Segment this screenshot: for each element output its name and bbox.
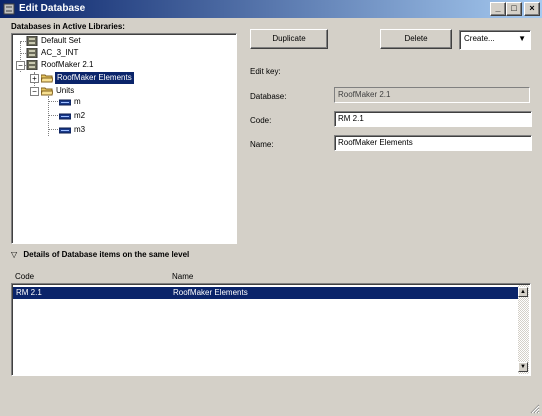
tree-item-label: AC_3_INT xyxy=(41,48,79,57)
title-bar[interactable]: Edit Database _ □ × xyxy=(0,0,542,18)
edit-key-heading: Edit key: xyxy=(250,67,281,76)
unit-item-icon xyxy=(59,127,71,134)
database-icon xyxy=(26,60,38,70)
tree-connector xyxy=(48,129,58,130)
tree-connector xyxy=(48,96,49,136)
tree-item-label: Default Set xyxy=(41,36,81,45)
tree-item-label: Units xyxy=(56,86,75,95)
database-icon xyxy=(26,36,38,46)
database-app-icon xyxy=(3,3,15,15)
chevron-down-icon: ▼ xyxy=(518,34,526,43)
tree-connector xyxy=(48,115,58,116)
scroll-up-button[interactable]: ▲ xyxy=(518,287,528,297)
maximize-button[interactable]: □ xyxy=(506,2,522,16)
close-button[interactable]: × xyxy=(524,2,540,16)
tree-item-label: m3 xyxy=(74,125,86,134)
collapse-toggle[interactable]: − xyxy=(16,61,25,70)
tree-item-label: m2 xyxy=(74,111,86,120)
create-dropdown-value: Create... xyxy=(464,34,495,43)
row-name: RoofMaker Elements xyxy=(173,288,248,297)
table-row[interactable]: RM 2.1 RoofMaker Elements xyxy=(13,287,518,299)
code-input[interactable]: RM 2.1 xyxy=(334,111,532,127)
tree-heading: Databases in Active Libraries: xyxy=(11,22,125,31)
expand-toggle[interactable]: + xyxy=(30,74,39,83)
database-label: Database: xyxy=(250,92,287,101)
collapse-toggle[interactable]: − xyxy=(30,87,39,96)
tree-item-label: RoofMaker Elements xyxy=(55,72,134,84)
details-heading: Details of Database items on the same le… xyxy=(23,250,190,259)
name-input[interactable]: RoofMaker Elements xyxy=(334,135,532,151)
tree-connector xyxy=(48,101,58,102)
resize-grip-icon[interactable] xyxy=(530,404,540,414)
create-dropdown[interactable]: Create... ▼ xyxy=(459,30,531,50)
unit-item-icon xyxy=(59,113,71,120)
database-tree[interactable]: Default Set AC_3_INT − RoofMaker 2.1 + R… xyxy=(11,33,237,244)
details-toggle[interactable]: ▽ Details of Database items on the same … xyxy=(11,250,189,259)
row-code: RM 2.1 xyxy=(16,288,42,297)
tree-item-label: RoofMaker 2.1 xyxy=(41,60,94,69)
database-icon xyxy=(26,48,38,58)
column-header-name[interactable]: Name xyxy=(172,272,193,281)
collapse-triangle-icon: ▽ xyxy=(11,250,18,259)
duplicate-button[interactable]: Duplicate xyxy=(250,29,328,49)
folder-open-icon xyxy=(41,87,53,96)
unit-item-icon xyxy=(59,99,71,106)
name-label: Name: xyxy=(250,140,274,149)
column-header-code[interactable]: Code xyxy=(15,272,34,281)
window-title: Edit Database xyxy=(19,3,86,14)
folder-open-icon xyxy=(41,74,53,83)
vertical-scrollbar[interactable]: ▲ ▼ xyxy=(518,285,529,374)
details-list[interactable]: RM 2.1 RoofMaker Elements ▲ ▼ xyxy=(11,283,531,376)
minimize-button[interactable]: _ xyxy=(490,2,506,16)
tree-item-label: m xyxy=(74,97,81,106)
database-value: RoofMaker 2.1 xyxy=(334,87,530,103)
scroll-down-button[interactable]: ▼ xyxy=(518,362,528,372)
code-label: Code: xyxy=(250,116,272,125)
delete-button[interactable]: Delete xyxy=(380,29,452,49)
